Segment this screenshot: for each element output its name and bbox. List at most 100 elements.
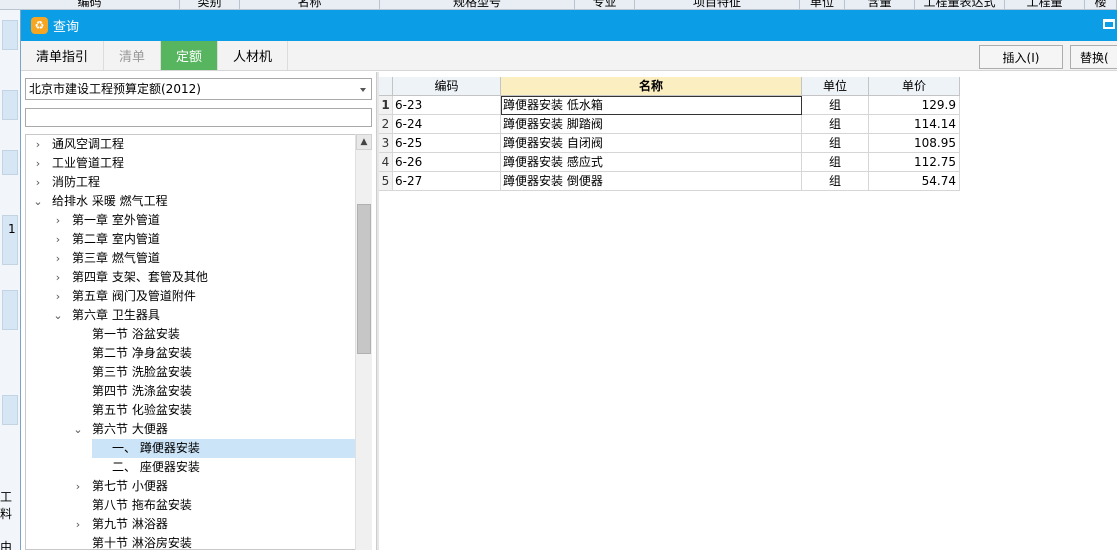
scrollbar-thumb[interactable] [357,204,371,354]
tree-node[interactable]: › 第五章 阀门及管道附件 [52,287,196,306]
tree-node[interactable]: ⌄ 给排水 采暖 燃气工程 [32,192,167,211]
cell-name[interactable]: 蹲便器安装 感应式 [501,153,802,172]
tree-node[interactable]: › 第一章 室外管道 [52,211,160,230]
row-number[interactable]: 2 [379,115,393,134]
cell-price[interactable]: 54.74 [869,172,960,191]
tree-node[interactable]: › 第四章 支架、套管及其他 [52,268,208,287]
dialog-titlebar[interactable]: ♻ 查询 [21,10,1117,41]
bg-col-header: 规格型号 [380,0,575,9]
tree-node[interactable]: › 第二章 室内管道 [52,230,160,249]
scroll-up-icon[interactable]: ▲ [356,134,372,150]
background-left-strip: 1 工料 由 [0,10,20,550]
cell-code[interactable]: 6-26 [393,153,501,172]
column-header-code[interactable]: 编码 [393,77,501,96]
quota-library-select[interactable]: 北京市建设工程预算定额(2012) [25,78,372,100]
tree-node[interactable]: › 第九节 淋浴器 [72,515,168,534]
bg-col-header: 工程量 [1005,0,1085,9]
tab-bill-guide[interactable]: 清单指引 [21,41,105,70]
expand-arrow-icon[interactable]: › [32,173,44,192]
bg-col-header: 工程量表达式 [915,0,1005,9]
tree-node[interactable]: 第四节 洗涤盆安装 [72,382,192,401]
query-dialog: ♻ 查询 清单指引 清单 定额 人材机 插入(I) 替换( 北京市建设工程预算定… [20,10,1117,550]
app-icon: ♻ [31,17,48,34]
row-number[interactable]: 5 [379,172,393,191]
tree-node[interactable]: 第一节 浴盆安装 [72,325,180,344]
cell-code[interactable]: 6-25 [393,134,501,153]
collapse-arrow-icon[interactable]: ⌄ [72,420,84,439]
cell-unit[interactable]: 组 [802,172,869,191]
expand-arrow-icon[interactable]: › [72,515,84,534]
tree-node[interactable]: 二、 座便器安装 [92,458,200,477]
cell-name[interactable]: 蹲便器安装 倒便器 [501,172,802,191]
cell-code[interactable]: 6-27 [393,172,501,191]
expand-arrow-icon[interactable]: › [72,477,84,496]
expand-arrow-icon[interactable]: › [52,287,64,306]
row-number[interactable]: 1 [379,96,393,115]
expand-arrow-icon[interactable]: › [32,135,44,154]
row-number[interactable]: 3 [379,134,393,153]
background-grid-header: 编码 类别 名称 规格型号 专业 项目特征 单位 含量 工程量表达式 工程量 楼 [0,0,1117,10]
tree-node[interactable]: ⌄ 第六节 大便器 [72,420,167,439]
tree-node[interactable]: › 第七节 小便器 [72,477,168,496]
cell-code[interactable]: 6-24 [393,115,501,134]
tree-node[interactable]: › 第三章 燃气管道 [52,249,160,268]
cell-price[interactable]: 129.9 [869,96,960,115]
tree-node-label: 消防工程 [52,175,101,189]
tree-node[interactable]: › 通风空调工程 [32,135,124,154]
tree-node-label: 第一章 室外管道 [72,213,160,227]
column-header-name[interactable]: 名称 [501,77,802,96]
column-header-price[interactable]: 单价 [869,77,960,96]
bg-col-header: 类别 [180,0,240,9]
cell-price[interactable]: 112.75 [869,153,960,172]
replace-button[interactable]: 替换( [1070,45,1117,69]
tree-node-label: 第二节 净身盆安装 [92,346,192,360]
tree-node[interactable]: 第十节 淋浴房安装 [72,534,192,550]
tree-node[interactable]: › 消防工程 [32,173,100,192]
quota-library-value: 北京市建设工程预算定额(2012) [29,82,201,96]
chapter-tree: › 通风空调工程 › 工业管道工程 › 消防工程 ⌄ 给排水 采暖 燃气工程 › 第一章 室外管道… [25,134,372,550]
cell-price[interactable]: 108.95 [869,134,960,153]
tree-node[interactable]: 第二节 净身盆安装 [72,344,192,363]
row-number[interactable]: 4 [379,153,393,172]
insert-button[interactable]: 插入(I) [979,45,1063,69]
cell-name[interactable]: 蹲便器安装 低水箱 [501,96,802,115]
cell-unit[interactable]: 组 [802,96,869,115]
expand-arrow-icon[interactable]: › [52,230,64,249]
tab-labor-material-machine[interactable]: 人材机 [218,41,289,70]
row-number-header [379,77,393,96]
tree-node[interactable]: › 工业管道工程 [32,154,124,173]
tree-node[interactable]: 第三节 洗脸盆安装 [72,363,192,382]
collapse-arrow-icon[interactable]: ⌄ [32,192,44,211]
tab-bill[interactable]: 清单 [104,41,162,70]
cell-code[interactable]: 6-23 [393,96,501,115]
tree-scrollbar[interactable]: ▲ [355,134,372,550]
bg-row-number: 1 [8,222,16,236]
tree-node[interactable]: 第五节 化验盆安装 [72,401,192,420]
search-input[interactable] [25,108,372,127]
tree-node-label: 第十节 淋浴房安装 [92,536,192,550]
tree-node-label: 第五章 阀门及管道附件 [72,289,196,303]
query-toolbar: 清单指引 清单 定额 人材机 插入(I) 替换( [21,41,1117,71]
dropdown-arrow-icon[interactable] [360,88,366,92]
tree-node-label: 工业管道工程 [52,156,125,170]
expand-arrow-icon[interactable]: › [52,249,64,268]
maximize-icon[interactable] [1103,19,1115,29]
expand-arrow-icon[interactable]: › [52,268,64,287]
cell-price[interactable]: 114.14 [869,115,960,134]
tree-node-label: 第三章 燃气管道 [72,251,160,265]
cell-name[interactable]: 蹲便器安装 自闭阀 [501,134,802,153]
expand-arrow-icon[interactable]: › [52,211,64,230]
column-header-unit[interactable]: 单位 [802,77,869,96]
collapse-arrow-icon[interactable]: ⌄ [52,306,64,325]
tree-node-label: 第八节 拖布盆安装 [92,498,192,512]
tree-node-label: 第一节 浴盆安装 [92,327,180,341]
cell-unit[interactable]: 组 [802,134,869,153]
tree-node[interactable]: 一、 蹲便器安装 [92,439,371,458]
tree-node[interactable]: 第八节 拖布盆安装 [72,496,192,515]
expand-arrow-icon[interactable]: › [32,154,44,173]
cell-unit[interactable]: 组 [802,115,869,134]
tab-quota[interactable]: 定额 [161,41,219,70]
tree-node[interactable]: ⌄ 第六章 卫生器具 [52,306,159,325]
cell-name[interactable]: 蹲便器安装 脚踏阀 [501,115,802,134]
cell-unit[interactable]: 组 [802,153,869,172]
